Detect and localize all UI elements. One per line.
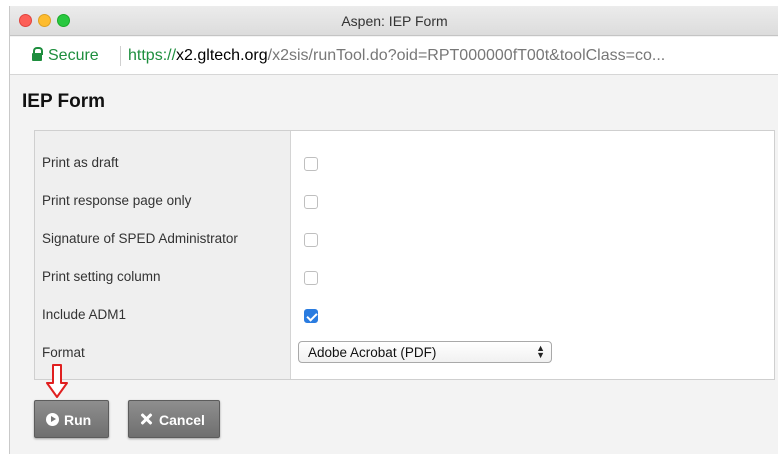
url-host: x2.gltech.org <box>176 47 268 64</box>
field-label-print-as-draft: Print as draft <box>42 155 119 170</box>
lock-icon <box>32 47 43 61</box>
run-button-label: Run <box>64 412 92 428</box>
checkbox-include-adm1[interactable] <box>304 309 318 323</box>
browser-window: Aspen: IEP Form Secure https://x2.gltech… <box>9 6 778 454</box>
secure-label: Secure <box>48 47 99 64</box>
field-label-include-adm1: Include ADM1 <box>42 307 127 322</box>
play-circle-icon <box>46 413 59 426</box>
close-icon <box>140 413 152 425</box>
url-path: /x2sis/runTool.do?oid=RPT000000fT00t&too… <box>267 47 666 64</box>
address-separator <box>120 46 121 66</box>
format-select[interactable]: Adobe Acrobat (PDF) ▲ ▼ <box>298 341 552 363</box>
checkbox-print-response-page-only[interactable] <box>304 195 318 209</box>
field-label-print-response-page-only: Print response page only <box>42 193 192 208</box>
url-scheme: https:// <box>128 47 177 64</box>
checkbox-print-setting-column[interactable] <box>304 271 318 285</box>
down-arrow-icon <box>46 364 68 398</box>
field-label-print-setting-column: Print setting column <box>42 269 161 284</box>
page-content: IEP Form Print as draft Print response p… <box>10 76 778 454</box>
checkbox-signature-sped-admin[interactable] <box>304 233 318 247</box>
title-bar: Aspen: IEP Form <box>10 6 778 36</box>
window-title: Aspen: IEP Form <box>341 13 448 29</box>
address-bar[interactable]: Secure https://x2.gltech.org/x2sis/runTo… <box>10 37 778 75</box>
url-text[interactable]: https://x2.gltech.org/x2sis/runTool.do?o… <box>128 47 768 65</box>
field-label-signature-sped-admin: Signature of SPED Administrator <box>42 231 238 246</box>
cancel-button-label: Cancel <box>159 412 205 428</box>
cancel-button[interactable]: Cancel <box>128 400 220 438</box>
run-button[interactable]: Run <box>34 400 109 438</box>
form-options-table: Print as draft Print response page only … <box>34 130 775 380</box>
field-label-format: Format <box>42 345 85 360</box>
select-arrows-icon: ▲ ▼ <box>536 343 545 360</box>
checkbox-print-as-draft[interactable] <box>304 157 318 171</box>
page-title: IEP Form <box>22 91 106 112</box>
format-select-value: Adobe Acrobat (PDF) <box>308 345 437 360</box>
